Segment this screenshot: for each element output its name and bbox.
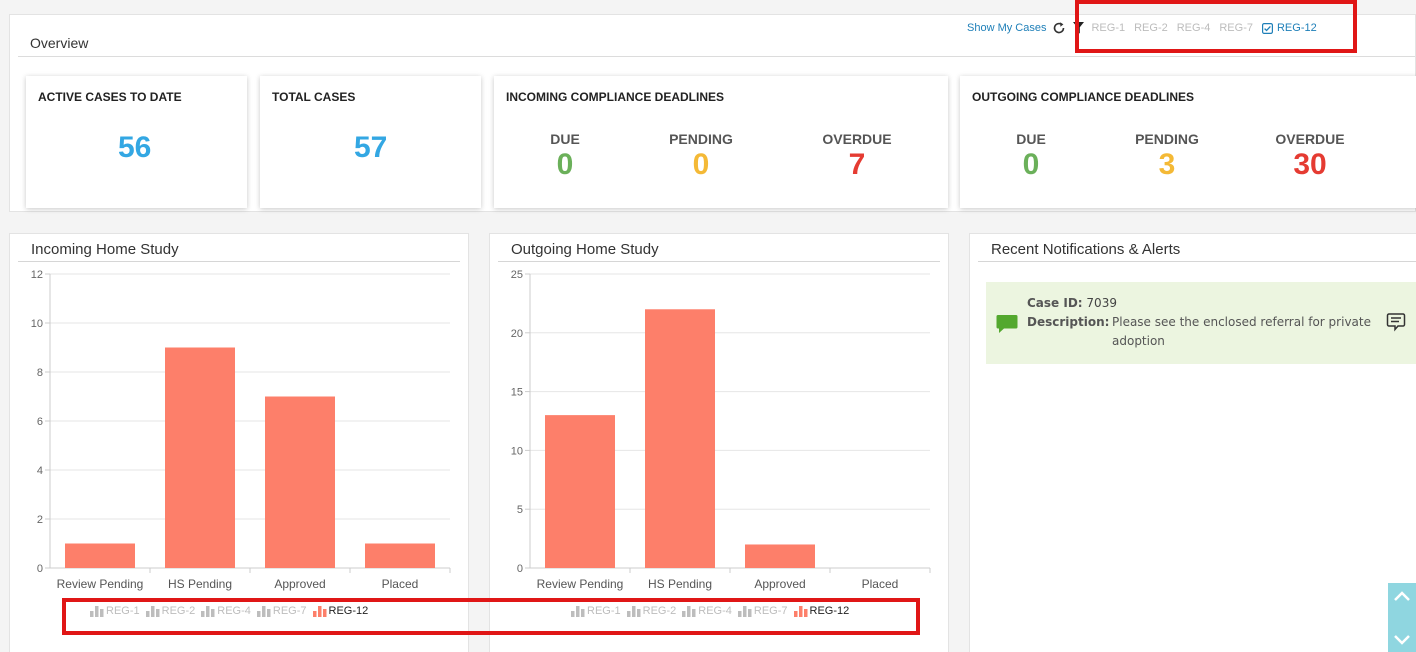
outgoing-overdue-value: 30: [1293, 148, 1327, 181]
notifications-divider: [978, 261, 1416, 262]
active-cases-label: ACTIVE CASES TO DATE: [38, 90, 182, 104]
total-cases-label: TOTAL CASES: [272, 90, 356, 104]
incoming-overdue-label: OVERDUE: [822, 131, 892, 147]
incoming-due-label: DUE: [550, 131, 580, 147]
scroll-button[interactable]: [1388, 583, 1416, 652]
bar-placed: [365, 543, 435, 568]
active-cases-card: ACTIVE CASES TO DATE 56: [26, 76, 247, 208]
y-tick-label: 5: [517, 504, 523, 516]
overview-title: Overview: [30, 35, 89, 51]
x-tick-label: Approved: [274, 577, 325, 591]
y-tick-label: 0: [517, 563, 523, 575]
bar-review-pending: [545, 415, 615, 568]
y-tick-label: 12: [31, 269, 43, 281]
refresh-icon[interactable]: [1052, 21, 1066, 35]
bar-approved: [265, 396, 335, 568]
y-tick-label: 6: [37, 416, 43, 428]
y-tick-label: 2: [37, 514, 43, 526]
highlight-chart-legends: [62, 598, 920, 635]
incoming-deadlines-label: INCOMING COMPLIANCE DEADLINES: [506, 90, 725, 104]
incoming-overdue: OVERDUE 7: [807, 131, 907, 181]
y-tick-label: 15: [511, 387, 523, 399]
notifications-panel: Recent Notifications & Alerts Case ID: 7…: [969, 233, 1416, 652]
x-tick-label: Placed: [862, 577, 899, 591]
notifications-title: Recent Notifications & Alerts: [991, 241, 1181, 258]
overview-divider: [18, 56, 1415, 57]
outgoing-home-study-panel: Outgoing Home Study 0 5 10 15 20 25 Review Pen…: [489, 233, 949, 652]
outgoing-pending: PENDING 3: [1117, 131, 1217, 181]
y-tick-label: 10: [31, 318, 43, 330]
active-cases-value: 56: [118, 131, 152, 164]
bar-hs-pending: [645, 309, 715, 568]
incoming-pending: PENDING 0: [651, 131, 751, 181]
y-tick-label: 4: [37, 465, 43, 477]
x-tick-label: Approved: [754, 577, 805, 591]
outgoing-due-value: 0: [1022, 148, 1040, 181]
x-tick-label: Review Pending: [537, 577, 624, 591]
notification-case: Case ID: 7039: [1027, 296, 1117, 310]
incoming-pending-value: 0: [692, 148, 710, 181]
outgoing-overdue-label: OVERDUE: [1275, 131, 1345, 147]
total-cases-value: 57: [354, 131, 388, 164]
incoming-deadlines-card: INCOMING COMPLIANCE DEADLINES DUE 0 PEND…: [494, 76, 948, 208]
outgoing-deadlines-label: OUTGOING COMPLIANCE DEADLINES: [972, 90, 1195, 104]
outgoing-pending-label: PENDING: [1135, 131, 1199, 147]
case-id-value: 7039: [1086, 296, 1117, 310]
bar-hs-pending: [165, 347, 235, 568]
outgoing-home-study-chart: 0 5 10 15 20 25 Review Pending HS Pending Approv…: [511, 269, 931, 591]
outgoing-pending-value: 3: [1158, 148, 1176, 181]
bar-approved: [745, 544, 815, 568]
highlight-filter-toolbar: [1075, 0, 1357, 53]
x-tick-label: Placed: [382, 577, 419, 591]
incoming-due-value: 0: [556, 148, 574, 181]
total-cases-card: TOTAL CASES 57: [260, 76, 481, 208]
notification-item[interactable]: Case ID: 7039 Description: Please see th…: [986, 282, 1416, 364]
description-label: Description:: [1027, 315, 1110, 329]
y-tick-label: 0: [37, 563, 43, 575]
chevron-down-icon: [1394, 635, 1410, 645]
description-text: Please see the enclosed referral for pri…: [1112, 315, 1371, 348]
incoming-home-study-chart: 0 2 4 6 8 10 12 Review Pending HS Pending Approve…: [31, 269, 451, 591]
y-tick-label: 8: [37, 367, 43, 379]
notification-description: Description: Please see the enclosed ref…: [1027, 313, 1372, 351]
incoming-overdue-value: 7: [848, 148, 866, 181]
chevron-up-icon: [1394, 591, 1410, 601]
x-tick-label: HS Pending: [168, 577, 232, 591]
show-my-cases-link[interactable]: Show My Cases: [967, 22, 1046, 34]
x-tick-label: HS Pending: [648, 577, 712, 591]
y-tick-label: 20: [511, 328, 523, 340]
incoming-home-study-panel: Incoming Home Study 0 2 4 6 8 10 12 Review Pend…: [9, 233, 469, 652]
outgoing-deadlines-card: OUTGOING COMPLIANCE DEADLINES DUE 0 PEND…: [960, 76, 1416, 208]
y-tick-label: 25: [511, 269, 523, 281]
outgoing-overdue: OVERDUE 30: [1260, 131, 1360, 181]
outgoing-due: DUE 0: [981, 131, 1081, 181]
outgoing-due-label: DUE: [1016, 131, 1046, 147]
x-tick-label: Review Pending: [57, 577, 144, 591]
incoming-pending-label: PENDING: [669, 131, 733, 147]
case-id-label: Case ID:: [1027, 296, 1083, 310]
bar-review-pending: [65, 543, 135, 568]
y-tick-label: 10: [511, 445, 523, 457]
dashboard: Overview Show My Cases REG-1 REG-2 REG-4…: [0, 0, 1416, 652]
incoming-due: DUE 0: [515, 131, 615, 181]
